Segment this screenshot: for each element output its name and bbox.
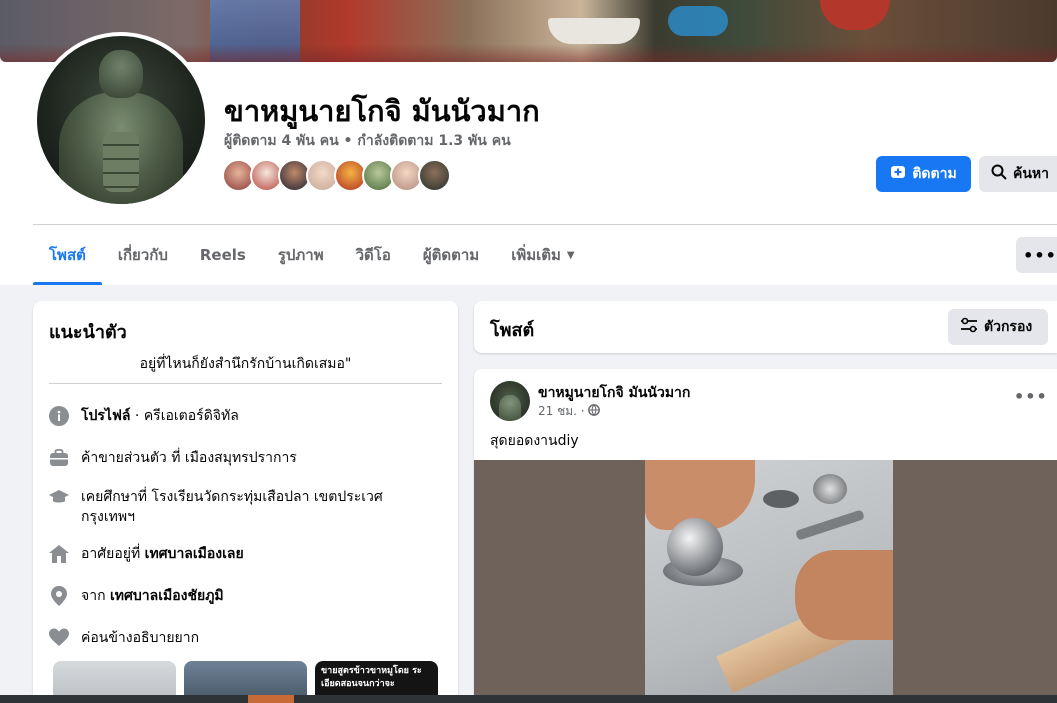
info-lives: อาศัยอยู่ที่ เทศบาลเมืองเลย xyxy=(49,544,439,564)
globe-icon xyxy=(587,404,600,419)
from-prefix: จาก xyxy=(81,588,110,604)
post-author-avatar[interactable] xyxy=(490,381,530,421)
lives-place-link[interactable]: เทศบาลเมืองเลย xyxy=(145,546,244,562)
info-icon xyxy=(49,406,69,426)
post-options-button[interactable]: ••• xyxy=(1014,387,1048,406)
taskbar-strip xyxy=(0,695,1057,703)
follower-avatar[interactable] xyxy=(418,159,451,192)
profile-tabs: โพสต์ เกี่ยวกับ Reels รูปภาพ วิดีโอ ผู้ต… xyxy=(33,225,591,285)
tab-about[interactable]: เกี่ยวกับ xyxy=(102,225,184,285)
heart-icon xyxy=(49,628,69,648)
info-education: เคยศึกษาที่ โรงเรียนวัดกระทุ่มเสือปลา เข… xyxy=(49,487,439,527)
tab-label: เพิ่มเติม xyxy=(511,246,561,264)
info-relationship: ค่อนข้างอธิบายยาก xyxy=(49,628,439,648)
info-from: จาก เทศบาลเมืองชัยภูมิ xyxy=(49,586,439,606)
featured-photo-text: ขายสูตรข้าวขาหมูโดย ระเอียดสอนจนกว่าจะ xyxy=(321,666,422,689)
info-work: ค้าขายส่วนตัว ที่ เมืองสมุทรปราการ xyxy=(49,448,439,468)
intro-card: แนะนำตัว อยู่ที่ไหนก็ยังสำนึกรักบ้านเกิด… xyxy=(33,301,458,703)
follower-avatars[interactable] xyxy=(222,159,451,193)
post-timestamp[interactable]: 21 ชม. · xyxy=(538,402,600,421)
lives-prefix: อาศัยอยู่ที่ xyxy=(81,546,145,562)
page-title: ขาหมูนายโกจิ มันนัวมาก xyxy=(224,94,540,128)
info-profile: โปรไฟล์ · ครีเอเตอร์ดิจิทัล xyxy=(49,406,439,426)
tab-label: ผู้ติดตาม xyxy=(422,246,480,264)
tab-label: Reels xyxy=(199,246,246,264)
caret-down-icon: ▼ xyxy=(566,249,575,261)
profile-avatar[interactable] xyxy=(33,32,209,208)
post-time-text: 21 ชม. · xyxy=(538,404,585,418)
filter-button[interactable]: ตัวกรอง xyxy=(948,309,1048,345)
intro-title: แนะนำตัว xyxy=(49,322,127,343)
intro-bio: อยู่ที่ไหนก็ยังสำนึกรักบ้านเกิดเสมอ" xyxy=(139,356,352,372)
follow-button[interactable]: ติดตาม xyxy=(876,156,971,192)
profile-category: · ครีเอเตอร์ดิจิทัล xyxy=(130,408,239,424)
filter-button-label: ตัวกรอง xyxy=(984,319,1033,335)
home-icon xyxy=(49,544,69,564)
post-author-name[interactable]: ขาหมูนายโกจิ มันนัวมาก xyxy=(538,382,690,404)
map-pin-icon xyxy=(49,586,69,606)
follow-plus-icon xyxy=(890,164,906,184)
relationship-text: ค่อนข้างอธิบายยาก xyxy=(81,630,200,646)
tab-followers[interactable]: ผู้ติดตาม xyxy=(407,225,495,285)
tab-label: โพสต์ xyxy=(49,246,86,264)
post-text: สุดยอดงานdiy xyxy=(490,433,579,449)
briefcase-icon xyxy=(49,448,69,468)
follow-button-label: ติดตาม xyxy=(912,166,957,182)
search-icon xyxy=(991,164,1007,184)
work-text: ค้าขายส่วนตัว ที่ เมืองสมุทรปราการ xyxy=(81,450,297,466)
followers-count[interactable]: ผู้ติดตาม 4 พัน คน • กำลังติดตาม 1.3 พัน… xyxy=(224,130,511,152)
education-text: เคยศึกษาที่ โรงเรียนวัดกระทุ่มเสือปลา เข… xyxy=(81,489,383,525)
search-button-label: ค้นหา xyxy=(1013,166,1050,182)
posts-header: โพสต์ ตัวกรอง xyxy=(474,301,1057,353)
sliders-icon xyxy=(960,317,978,337)
tab-label: รูปภาพ xyxy=(277,246,324,264)
graduation-cap-icon xyxy=(49,487,69,507)
video-frame xyxy=(645,460,893,703)
tab-label: วิดีโอ xyxy=(355,246,391,264)
tab-posts[interactable]: โพสต์ xyxy=(33,225,102,285)
intro-divider xyxy=(49,383,442,384)
from-place-link[interactable]: เทศบาลเมืองชัยภูมิ xyxy=(110,588,224,604)
tab-more[interactable]: เพิ่มเติม ▼ xyxy=(495,225,590,285)
tab-photos[interactable]: รูปภาพ xyxy=(262,225,340,285)
more-options-button[interactable]: ••• xyxy=(1016,237,1057,273)
posts-title: โพสต์ xyxy=(490,320,535,341)
search-button[interactable]: ค้นหา xyxy=(979,156,1057,192)
profile-label: โปรไฟล์ xyxy=(81,408,131,424)
tab-videos[interactable]: วิดีโอ xyxy=(340,225,407,285)
tab-label: เกี่ยวกับ xyxy=(117,246,168,264)
post-video[interactable] xyxy=(474,460,1057,703)
tab-reels[interactable]: Reels xyxy=(184,225,262,285)
post-card: ขาหมูนายโกจิ มันนัวมาก 21 ชม. · ••• สุดย… xyxy=(474,369,1057,703)
